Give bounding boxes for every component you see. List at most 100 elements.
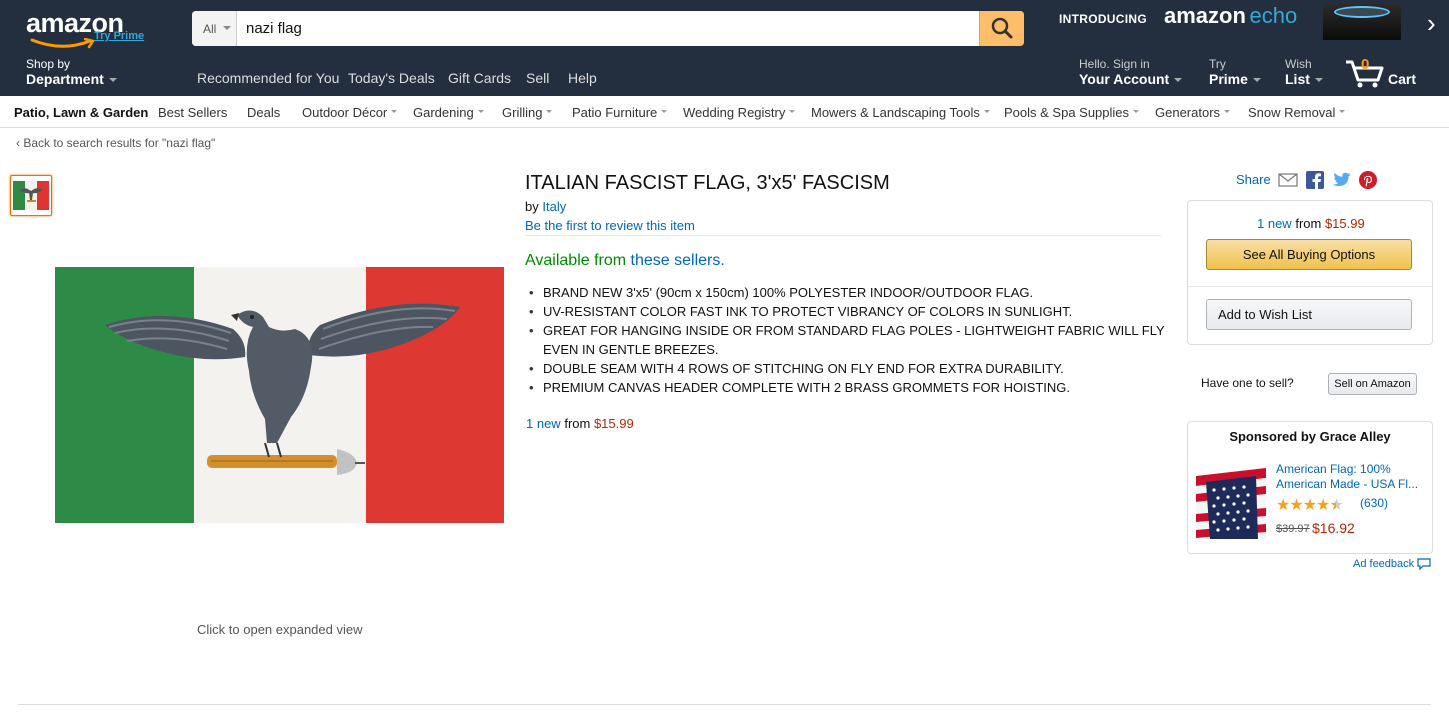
divider (525, 235, 1161, 236)
chevron-down-icon (661, 110, 668, 114)
subnav-best-sellers[interactable]: Best Sellers (158, 105, 227, 120)
promo-introducing[interactable]: INTRODUCING (1059, 12, 1147, 26)
availability-prefix: Available from (525, 252, 627, 269)
buybox-offer-price: $15.99 (1324, 216, 1365, 231)
offer-summary: 1 new from $15.99 (526, 416, 634, 431)
share-link[interactable]: Share (1236, 172, 1271, 187)
ad-sale-price: $16.92 (1312, 520, 1355, 536)
promo-next-arrow[interactable]: › (1427, 8, 1436, 39)
chevron-down-icon (983, 110, 990, 114)
search-scope-dropdown[interactable]: All (192, 11, 237, 46)
add-to-wish-list-button[interactable]: Add to Wish List (1206, 299, 1412, 330)
chevron-down-icon (477, 110, 484, 114)
subnav-patio-lawn-garden[interactable]: Patio, Lawn & Garden (14, 105, 148, 120)
shop-by-department[interactable]: Department (26, 71, 117, 87)
shop-by-small: Shop by (26, 57, 71, 71)
buybox-new-offers-link[interactable]: 1 new (1257, 216, 1292, 231)
ad-list-price: $39.97 (1276, 523, 1310, 535)
subnav-deals[interactable]: Deals (247, 105, 280, 120)
ad-product-image[interactable] (1196, 468, 1266, 539)
twitter-icon[interactable] (1332, 171, 1352, 189)
cart-label[interactable]: Cart (1388, 71, 1416, 87)
back-to-search-link[interactable]: ‹ Back to search results for "nazi flag" (16, 136, 215, 150)
divider (18, 704, 1431, 705)
prime-small: Try (1209, 57, 1226, 71)
feature-bullets: BRAND NEW 3'x5' (90cm x 150cm) 100% POLY… (529, 283, 1169, 397)
nav-link-sell[interactable]: Sell (526, 70, 549, 86)
sponsored-heading: Sponsored by Grace Alley (1229, 429, 1391, 444)
subnav-grilling[interactable]: Grilling (502, 105, 553, 120)
subnav-label: Snow Removal (1248, 105, 1336, 120)
search-bar: All (192, 11, 1024, 46)
facebook-icon[interactable] (1306, 171, 1324, 189)
these-sellers-link[interactable]: these sellers. (631, 252, 725, 269)
promo-brand-echo: echo (1249, 3, 1298, 28)
subnav-generators[interactable]: Generators (1155, 105, 1231, 120)
ad-review-count-link[interactable]: (630) (1360, 496, 1388, 510)
buybox-offer: 1 new from $15.99 (1257, 216, 1365, 231)
cart-count: 0 (1361, 56, 1370, 73)
your-account-label: Your Account (1079, 71, 1170, 87)
amazon-logo[interactable]: amazon Try Prime (26, 8, 156, 49)
subnav-outdoor-decor[interactable]: Outdoor Décor (302, 105, 398, 120)
new-offers-link[interactable]: 1 new (526, 416, 561, 431)
echo-light-ring (1334, 6, 1390, 18)
subnav-label: Wedding Registry (683, 105, 786, 120)
sell-on-amazon-button[interactable]: Sell on Amazon (1328, 373, 1417, 395)
ad-star-rating[interactable]: ★★★★★ (1276, 495, 1344, 514)
ad-feedback-link[interactable]: Ad feedback (1353, 558, 1431, 571)
promo-echo-brand[interactable]: amazon echo (1164, 3, 1297, 29)
try-prime-link[interactable]: Try Prime (94, 30, 144, 42)
nav-link-todays-deals[interactable]: Today's Deals (348, 70, 435, 86)
feature-bullet: DOUBLE SEAM WITH 4 ROWS OF STITCHING ON … (529, 359, 1169, 378)
subnav-mowers-landscaping[interactable]: Mowers & Landscaping Tools (811, 105, 990, 120)
nav-link-gift-cards[interactable]: Gift Cards (448, 70, 511, 86)
wishlist-small: Wish (1285, 57, 1312, 71)
feature-bullet: UV-RESISTANT COLOR FAST INK TO PROTECT V… (529, 302, 1169, 321)
divider (1188, 286, 1432, 287)
subnav-gardening[interactable]: Gardening (413, 105, 484, 120)
your-account-menu[interactable]: Your Account (1079, 71, 1183, 87)
chevron-down-icon (391, 110, 398, 114)
brand-link[interactable]: Italy (542, 199, 566, 214)
nav-link-recommended[interactable]: Recommended for You (197, 70, 339, 86)
prime-menu[interactable]: Prime (1209, 71, 1261, 87)
subnav-pools-spa[interactable]: Pools & Spa Supplies (1004, 105, 1140, 120)
wishlist-label: List (1285, 71, 1310, 87)
header-bar: amazon Try Prime All INTRODUCING amazon … (0, 0, 1449, 96)
star-half-icon: ★ (1329, 497, 1343, 514)
product-title: ITALIAN FASCIST FLAG, 3'x5' FASCISM (525, 172, 890, 194)
see-all-buying-options-button[interactable]: See All Buying Options (1206, 239, 1412, 270)
subnav-label: Gardening (413, 105, 474, 120)
star-full-icon: ★ (1302, 497, 1317, 514)
ad-feedback-label: Ad feedback (1353, 558, 1415, 570)
subnav-label: Pools & Spa Supplies (1004, 105, 1130, 120)
star-full-icon: ★ (1276, 497, 1290, 514)
offer-price: $15.99 (593, 416, 634, 431)
image-thumbnail[interactable] (10, 175, 52, 216)
subnav-label: Outdoor Décor (302, 105, 388, 120)
feature-bullet: GREAT FOR HANGING INSIDE OR FROM STANDAR… (529, 321, 1169, 359)
pinterest-icon[interactable] (1359, 171, 1377, 189)
chevron-down-icon (108, 78, 117, 83)
wishlist-menu[interactable]: List (1285, 71, 1323, 87)
search-input[interactable] (238, 11, 978, 46)
first-review-link[interactable]: Be the first to review this item (525, 218, 695, 233)
chevron-down-icon (789, 110, 796, 114)
product-main-image[interactable] (55, 267, 504, 523)
echo-device-image[interactable] (1323, 4, 1401, 40)
subnav-patio-furniture[interactable]: Patio Furniture (572, 105, 668, 120)
buybox-offer-from: from (1295, 216, 1322, 231)
subnav-wedding-registry[interactable]: Wedding Registry (683, 105, 796, 120)
speech-bubble-icon (1417, 558, 1431, 571)
subnav-label: Grilling (502, 105, 543, 120)
account-small: Hello. Sign in (1079, 57, 1150, 71)
nav-link-help[interactable]: Help (568, 70, 597, 86)
email-icon[interactable] (1278, 172, 1298, 188)
search-button[interactable] (979, 11, 1024, 46)
ad-product-title-link[interactable]: American Flag: 100% American Made - USA … (1276, 462, 1426, 492)
subnav-snow-removal[interactable]: Snow Removal (1248, 105, 1346, 120)
category-subnav: Patio, Lawn & Garden Best Sellers Deals … (0, 96, 1449, 128)
feature-bullet: PREMIUM CANVAS HEADER COMPLETE WITH 2 BR… (529, 378, 1169, 397)
promo-brand-amazon: amazon (1164, 3, 1246, 28)
